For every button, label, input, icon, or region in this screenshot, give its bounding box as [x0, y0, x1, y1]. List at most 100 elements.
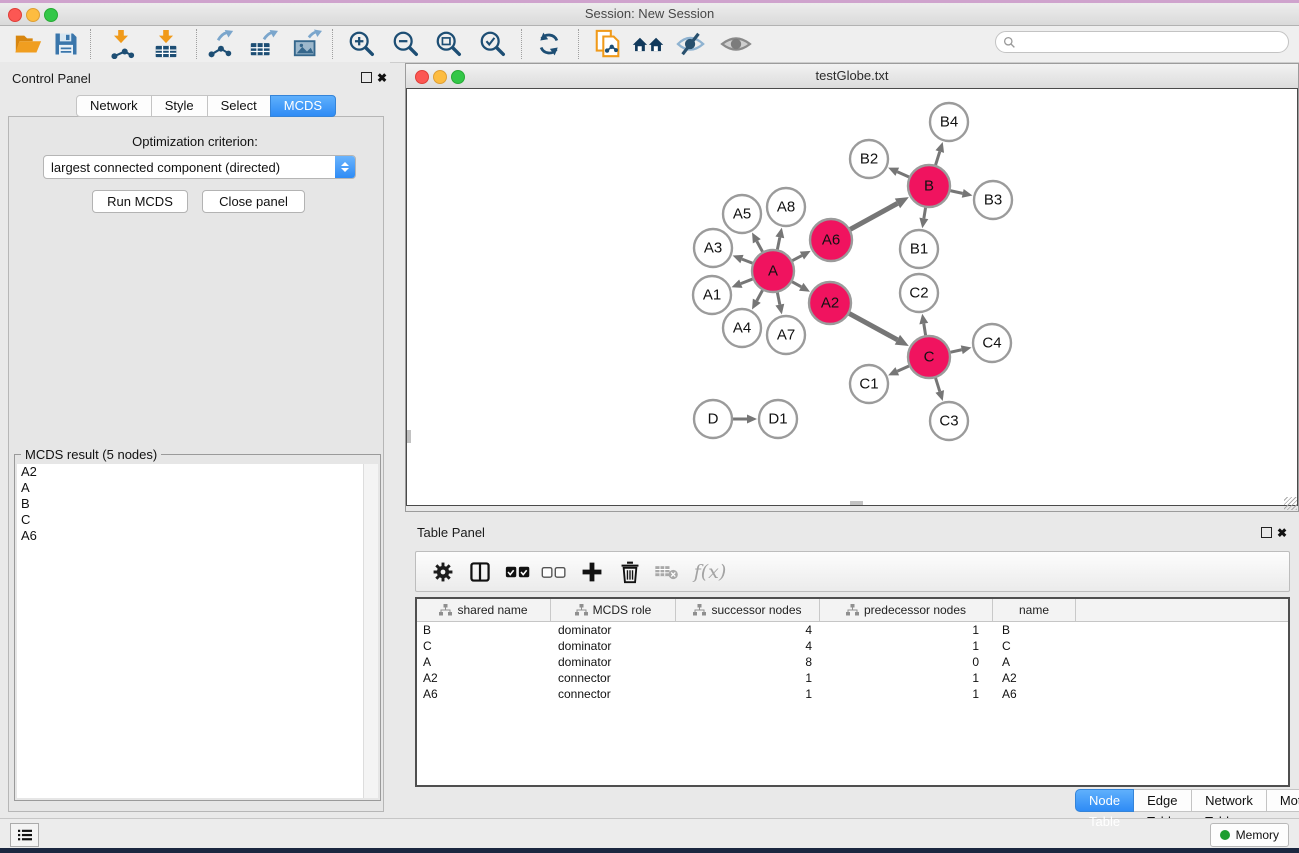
- edge-A-A6[interactable]: [792, 256, 802, 262]
- column-header-shared-name[interactable]: shared name: [417, 599, 551, 621]
- cell-successor-nodes[interactable]: 4: [676, 622, 820, 638]
- tab-mcds[interactable]: MCDS: [270, 95, 336, 117]
- tab-style[interactable]: Style: [151, 95, 208, 117]
- column-header-predecessor-nodes[interactable]: predecessor nodes: [820, 599, 993, 621]
- export-table-button[interactable]: [245, 27, 281, 61]
- network-canvas[interactable]: B4B2BB3A5A8A6A3AB1A1A2C2A4A7C4C1CDD1C3: [406, 88, 1298, 506]
- cell-shared-name[interactable]: A: [417, 654, 551, 670]
- cell-MCDS-role[interactable]: dominator: [551, 654, 676, 670]
- home-views-button[interactable]: [630, 27, 666, 61]
- cell-MCDS-role[interactable]: connector: [551, 686, 676, 702]
- mcds-result-item[interactable]: A6: [17, 528, 364, 544]
- table-row-A2[interactable]: A2connector11A2: [417, 670, 1288, 686]
- tab-network[interactable]: Network: [76, 95, 152, 117]
- criterion-select[interactable]: largest connected component (directed): [43, 155, 356, 179]
- edge-A-A7[interactable]: [777, 292, 780, 305]
- mcds-result-list[interactable]: A2ABCA6: [17, 464, 364, 798]
- tab-network-table[interactable]: Network Table: [1191, 789, 1267, 812]
- tab-edge-table[interactable]: Edge Table: [1133, 789, 1192, 812]
- import-table-button[interactable]: [148, 27, 184, 61]
- show-column-button[interactable]: [465, 558, 495, 586]
- export-network-button[interactable]: [202, 27, 238, 61]
- cell-MCDS-role[interactable]: dominator: [551, 638, 676, 654]
- hide-graphics-button[interactable]: [673, 27, 709, 61]
- edge-A-A5[interactable]: [757, 241, 763, 252]
- network-window-titlebar[interactable]: testGlobe.txt: [406, 64, 1298, 89]
- edge-A-A4[interactable]: [757, 289, 763, 300]
- cell-name[interactable]: B: [993, 622, 1076, 638]
- tab-node-table[interactable]: Node Table: [1075, 789, 1134, 812]
- cell-name[interactable]: A2: [993, 670, 1076, 686]
- zoom-in-button[interactable]: [344, 27, 380, 61]
- edge-A2-C[interactable]: [848, 313, 897, 340]
- save-session-button[interactable]: [48, 27, 84, 61]
- cell-successor-nodes[interactable]: 1: [676, 670, 820, 686]
- cell-name[interactable]: A6: [993, 686, 1076, 702]
- cell-predecessor-nodes[interactable]: 1: [820, 686, 993, 702]
- mcds-result-item[interactable]: B: [17, 496, 364, 512]
- window-resize-grip[interactable]: [1284, 497, 1297, 510]
- run-mcds-button[interactable]: Run MCDS: [92, 190, 188, 213]
- cell-MCDS-role[interactable]: dominator: [551, 622, 676, 638]
- cell-shared-name[interactable]: A2: [417, 670, 551, 686]
- mcds-result-item[interactable]: A: [17, 480, 364, 496]
- table-row-C[interactable]: Cdominator41C: [417, 638, 1288, 654]
- cell-name[interactable]: A: [993, 654, 1076, 670]
- edge-B-B4[interactable]: [935, 152, 939, 166]
- cell-predecessor-nodes[interactable]: 1: [820, 622, 993, 638]
- cell-successor-nodes[interactable]: 8: [676, 654, 820, 670]
- edge-C-C2[interactable]: [924, 324, 926, 337]
- import-network-button[interactable]: [103, 27, 139, 61]
- edge-C-C4[interactable]: [949, 350, 961, 353]
- mcds-result-item[interactable]: A2: [17, 464, 364, 480]
- cell-shared-name[interactable]: A6: [417, 686, 551, 702]
- cell-shared-name[interactable]: B: [417, 622, 551, 638]
- column-header-successor-nodes[interactable]: successor nodes: [676, 599, 820, 621]
- clone-network-button[interactable]: [590, 27, 626, 61]
- edge-C-C3[interactable]: [935, 377, 939, 391]
- tab-motifs[interactable]: Motifs: [1266, 789, 1299, 812]
- show-graphics-button[interactable]: [718, 27, 754, 61]
- cell-shared-name[interactable]: C: [417, 638, 551, 654]
- mcds-result-item[interactable]: C: [17, 512, 364, 528]
- create-column-button[interactable]: [577, 558, 607, 586]
- cell-predecessor-nodes[interactable]: 1: [820, 638, 993, 654]
- tab-select[interactable]: Select: [207, 95, 271, 117]
- network-graph[interactable]: B4B2BB3A5A8A6A3AB1A1A2C2A4A7C4C1CDD1C3: [407, 89, 1297, 505]
- zoom-out-button[interactable]: [388, 27, 424, 61]
- cell-MCDS-role[interactable]: connector: [551, 670, 676, 686]
- search-box[interactable]: [995, 31, 1289, 53]
- table-row-B[interactable]: Bdominator41B: [417, 622, 1288, 638]
- mcds-result-scrollbar[interactable]: [363, 464, 378, 798]
- column-header-MCDS-role[interactable]: MCDS role: [551, 599, 676, 621]
- delete-column-button[interactable]: [615, 558, 645, 586]
- float-panel-icon[interactable]: [361, 72, 372, 83]
- edge-C-C1[interactable]: [897, 366, 910, 372]
- function-builder-button[interactable]: f(x): [688, 558, 732, 586]
- task-history-button[interactable]: [10, 823, 39, 847]
- zoom-selected-button[interactable]: [475, 27, 511, 61]
- close-table-panel-icon[interactable]: ✖: [1277, 527, 1287, 539]
- delete-table-button[interactable]: [652, 558, 682, 586]
- cell-predecessor-nodes[interactable]: 0: [820, 654, 993, 670]
- export-image-button[interactable]: [289, 27, 325, 61]
- table-row-A6[interactable]: A6connector11A6: [417, 686, 1288, 702]
- close-panel-icon[interactable]: ✖: [377, 72, 387, 84]
- edge-A-A8[interactable]: [777, 237, 780, 250]
- cell-predecessor-nodes[interactable]: 1: [820, 670, 993, 686]
- edge-B-B1[interactable]: [924, 207, 926, 219]
- edge-B-B3[interactable]: [950, 190, 963, 193]
- float-table-panel-icon[interactable]: [1261, 527, 1272, 538]
- edge-B-B2[interactable]: [897, 172, 910, 178]
- edge-A-A2[interactable]: [791, 281, 801, 287]
- cell-successor-nodes[interactable]: 1: [676, 686, 820, 702]
- column-header-name[interactable]: name: [993, 599, 1076, 621]
- memory-button[interactable]: Memory: [1210, 823, 1289, 847]
- deselect-all-button[interactable]: [539, 558, 569, 586]
- table-settings-button[interactable]: [428, 558, 458, 586]
- select-all-button[interactable]: [503, 558, 533, 586]
- close-panel-button[interactable]: Close panel: [202, 190, 305, 213]
- edge-A-A3[interactable]: [742, 259, 753, 263]
- cell-successor-nodes[interactable]: 4: [676, 638, 820, 654]
- edge-A-A1[interactable]: [741, 279, 754, 284]
